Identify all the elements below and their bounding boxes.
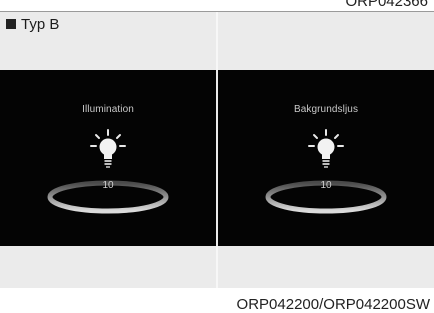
bakgrundsljus-screen: Bakgrundsljus 10 (218, 70, 434, 246)
top-image-code: ORP042366 (345, 0, 428, 10)
bottom-image-code: ORP042200/ORP042200SW (236, 296, 430, 313)
illumination-screen: Illumination 10 (0, 70, 216, 246)
bakgrundsljus-level: 10 (320, 180, 332, 191)
figure-label: Typ B (6, 12, 59, 36)
screen-title: Illumination (82, 104, 134, 115)
column-divider-bottom (216, 246, 218, 288)
column-divider-top (216, 12, 218, 70)
illumination-level: 10 (102, 180, 114, 191)
square-bullet-icon (6, 19, 16, 29)
light-bulb-icon (90, 129, 126, 168)
light-bulb-icon (308, 129, 344, 168)
figure-label-text: Typ B (21, 15, 60, 33)
screen-title: Bakgrundsljus (293, 104, 359, 115)
